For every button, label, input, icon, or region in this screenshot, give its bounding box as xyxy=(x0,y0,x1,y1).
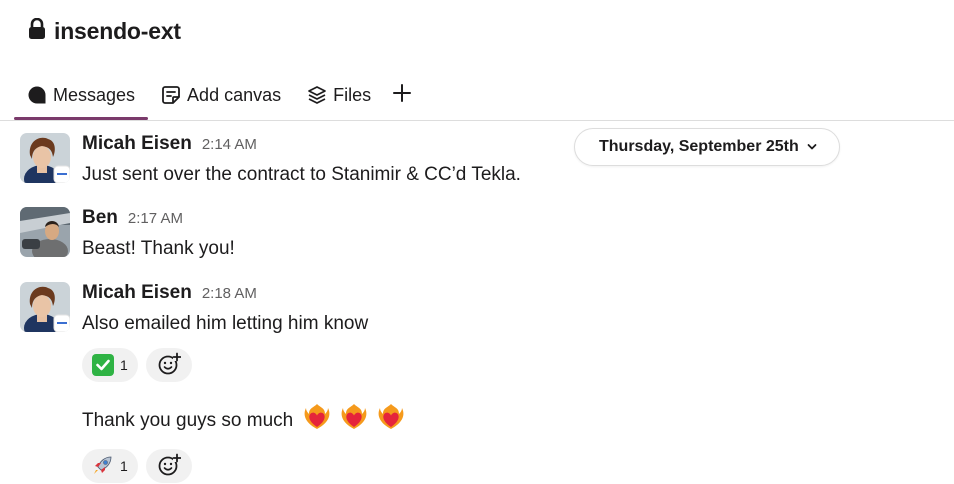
message-text: Also emailed him letting him know xyxy=(82,313,369,334)
author-name[interactable]: Micah Eisen xyxy=(82,133,192,155)
add-reaction-button[interactable] xyxy=(145,449,192,483)
add-emoji-icon xyxy=(157,453,182,480)
message-text: Beast! Thank you! xyxy=(82,238,235,259)
reactions-bar: 1 xyxy=(82,348,782,382)
message-bubble-icon xyxy=(27,85,47,105)
channel-name: insendo-ext xyxy=(54,17,181,44)
avatar[interactable] xyxy=(20,133,70,183)
white-check-mark-icon xyxy=(92,354,114,376)
canvas-icon xyxy=(161,85,181,105)
add-tab-button[interactable] xyxy=(384,72,420,118)
tab-messages-label: Messages xyxy=(53,84,136,105)
tab-messages[interactable]: Messages xyxy=(14,72,149,120)
tab-add-canvas-label: Add canvas xyxy=(187,84,282,105)
chevron-down-icon xyxy=(807,138,817,156)
reaction-count: 1 xyxy=(120,458,128,474)
channel-title[interactable]: insendo-ext xyxy=(28,14,181,48)
reaction-count: 1 xyxy=(120,357,128,373)
rocket-icon xyxy=(92,454,114,479)
author-name[interactable]: Ben xyxy=(82,207,118,229)
files-stack-icon xyxy=(307,85,327,105)
message-timestamp[interactable]: 2:14 AM xyxy=(202,136,257,153)
avatar[interactable] xyxy=(20,207,70,257)
message-text: Just sent over the contract to Stanimir … xyxy=(82,164,521,185)
add-emoji-icon xyxy=(157,352,182,379)
author-name[interactable]: Micah Eisen xyxy=(82,282,192,304)
followup-text: Thank you guys so much xyxy=(82,410,294,431)
message-timestamp[interactable]: 2:17 AM xyxy=(128,210,183,227)
tab-files[interactable]: Files xyxy=(294,72,384,118)
heart-on-fire-icon xyxy=(377,402,405,439)
channel-header: insendo-ext Messages Add canvas Files xyxy=(0,0,954,121)
plus-icon xyxy=(393,83,412,107)
heart-on-fire-icon xyxy=(340,402,368,439)
message-timestamp[interactable]: 2:18 AM xyxy=(202,285,257,302)
reaction-check[interactable]: 1 xyxy=(82,348,138,382)
message-text-followup: Thank you guys so much xyxy=(82,402,782,439)
tab-files-label: Files xyxy=(333,84,372,105)
tab-add-canvas[interactable]: Add canvas xyxy=(148,72,294,118)
reaction-rocket[interactable]: 1 xyxy=(82,449,138,483)
lock-icon xyxy=(28,17,46,45)
channel-tabs: Messages Add canvas Files xyxy=(14,72,420,120)
avatar[interactable] xyxy=(20,282,70,332)
add-reaction-button[interactable] xyxy=(145,348,192,382)
reactions-bar: 1 xyxy=(82,449,782,483)
heart-on-fire-icon xyxy=(303,402,331,439)
